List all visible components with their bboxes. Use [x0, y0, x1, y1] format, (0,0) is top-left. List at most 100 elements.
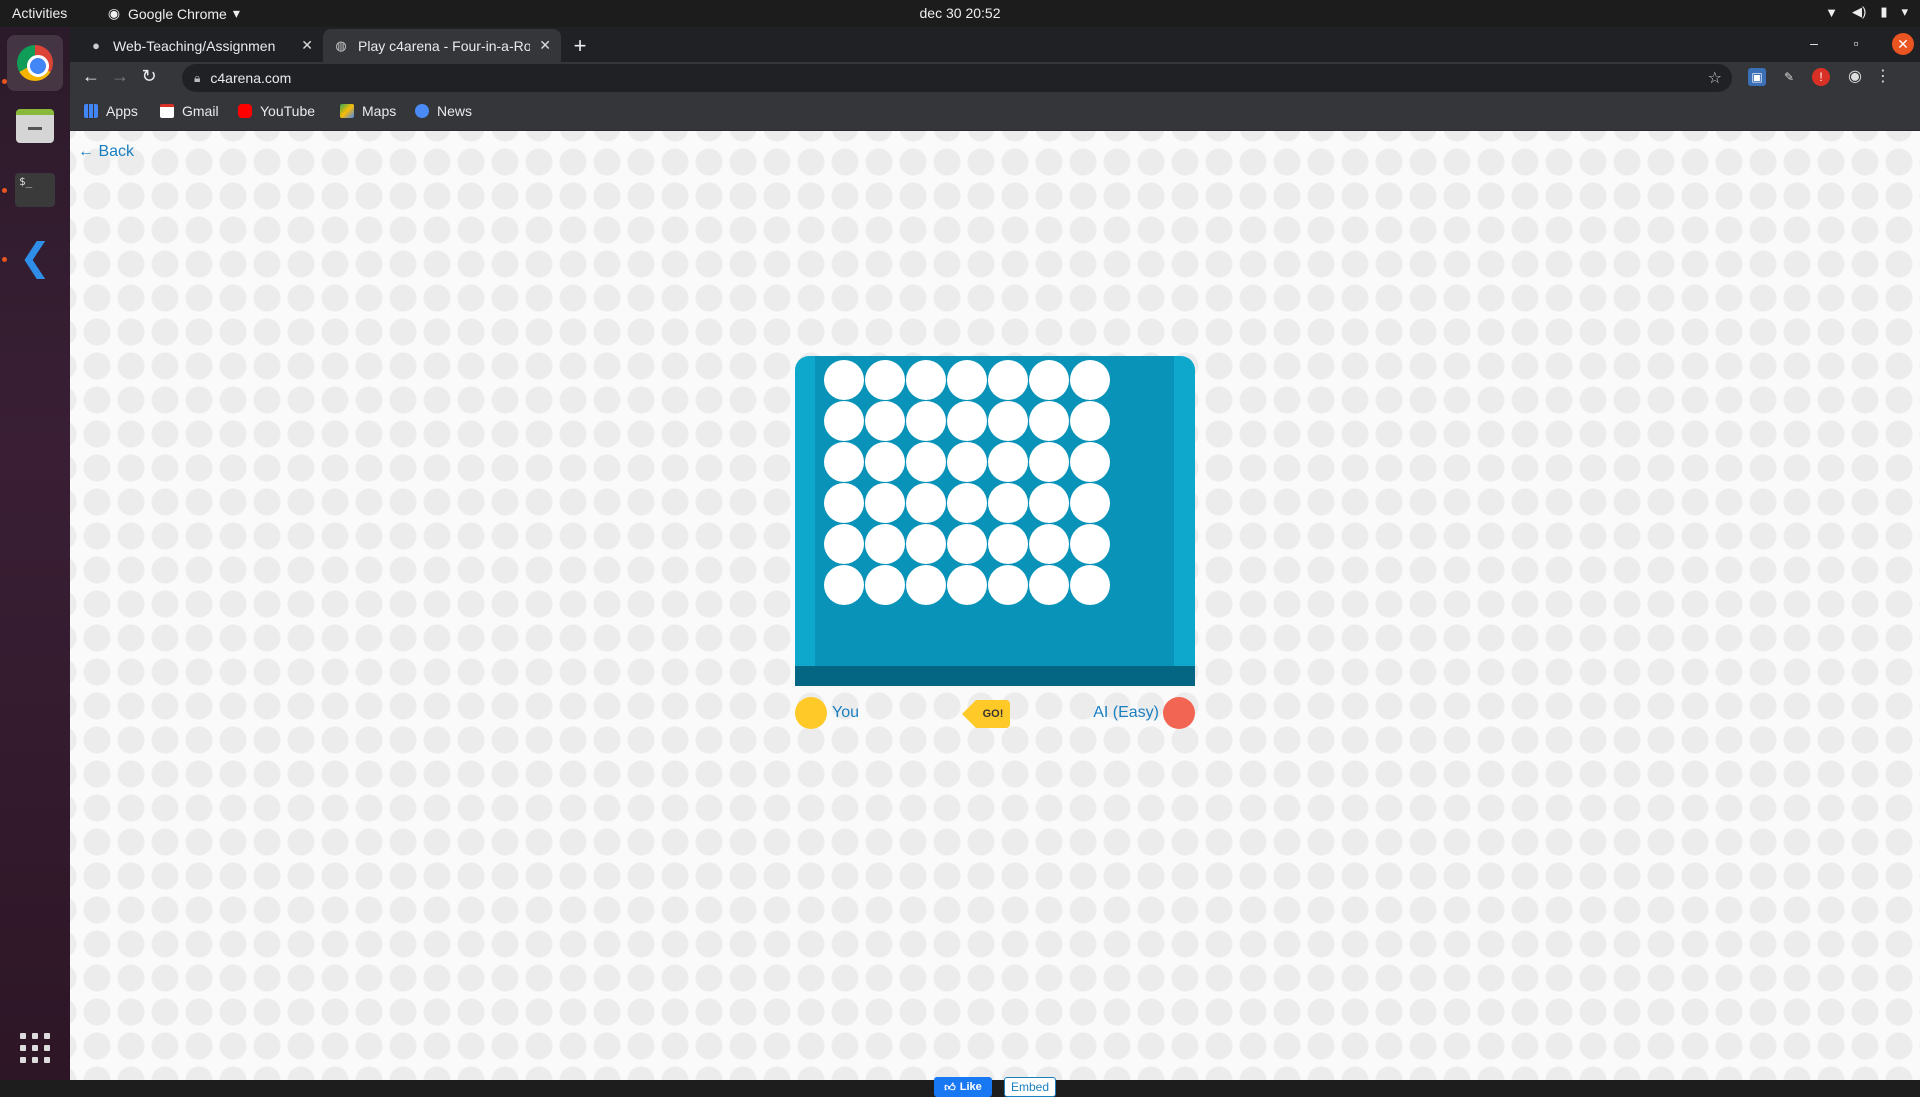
board-cell[interactable] [824, 483, 864, 523]
bookmark-apps[interactable]: Apps [84, 103, 138, 119]
turn-badge: GO! [976, 700, 1010, 728]
turn-indicator: GO! [962, 700, 1010, 728]
board-cell[interactable] [988, 401, 1028, 441]
show-apps-icon [20, 1033, 50, 1063]
board-cell[interactable] [947, 565, 987, 605]
board-cell[interactable] [947, 524, 987, 564]
board-cell[interactable] [1070, 483, 1110, 523]
connect-four-board[interactable] [795, 356, 1195, 686]
bookmark-maps[interactable]: Maps [340, 103, 396, 119]
lock-icon: 🔒︎ [194, 70, 201, 85]
extension-pen-icon[interactable]: ✎ [1780, 68, 1798, 86]
player-ai-disc [1163, 697, 1195, 729]
board-cell[interactable] [865, 401, 905, 441]
board-cell[interactable] [1070, 401, 1110, 441]
minimize-button[interactable]: – [1804, 35, 1824, 51]
dock-terminal[interactable]: $_ [7, 162, 63, 218]
board-cell[interactable] [906, 524, 946, 564]
player-you-disc [795, 697, 827, 729]
board-cell[interactable] [1029, 524, 1069, 564]
tab-title: Web-Teaching/Assignmen [113, 37, 276, 54]
back-link-label: Back [98, 143, 135, 160]
extension-badge-icon[interactable]: ! [1812, 68, 1830, 86]
board-cell[interactable] [1070, 442, 1110, 482]
tab-github[interactable]: ● Web-Teaching/Assignmen ✕ [78, 29, 323, 62]
dock-files[interactable] [7, 98, 63, 154]
apps-grid-icon [84, 104, 98, 118]
board-cell[interactable] [988, 524, 1028, 564]
board-cell[interactable] [824, 401, 864, 441]
menu-kebab-icon[interactable]: ⋮ [1874, 68, 1892, 86]
board-cell[interactable] [1029, 483, 1069, 523]
youtube-icon [238, 104, 252, 118]
board-cell[interactable] [947, 401, 987, 441]
board-cell[interactable] [988, 360, 1028, 400]
board-cell[interactable] [1029, 360, 1069, 400]
bookmark-youtube[interactable]: YouTube [238, 103, 315, 119]
board-cell[interactable] [906, 360, 946, 400]
page-content: ← Back You GO! AI (Easy) [70, 131, 1920, 1080]
board-cell[interactable] [947, 360, 987, 400]
board-cell[interactable] [947, 442, 987, 482]
tab-c4arena[interactable]: ◍ Play c4arena - Four-in-a-Ro ✕ [323, 29, 561, 62]
close-window-button[interactable]: ✕ [1892, 33, 1914, 55]
board-cell[interactable] [988, 442, 1028, 482]
board-cell[interactable] [824, 442, 864, 482]
activities-button[interactable]: Activities [12, 5, 67, 21]
app-menu[interactable]: ◉ Google Chrome ▾ [106, 5, 240, 22]
board-cell[interactable] [1029, 565, 1069, 605]
chevron-down-icon: ▾ [232, 5, 240, 21]
player-you-label: You [832, 704, 859, 721]
facebook-like-button[interactable]: 👍︎ Like [934, 1077, 992, 1097]
clock[interactable]: dec 30 20:52 [920, 5, 1001, 21]
board-cell[interactable] [1070, 524, 1110, 564]
terminal-icon: $_ [15, 173, 55, 207]
dock-chrome[interactable] [7, 35, 63, 91]
board-cell[interactable] [824, 565, 864, 605]
bookmark-star-icon[interactable]: ☆ [1708, 68, 1722, 88]
board-cell[interactable] [824, 360, 864, 400]
board-cell[interactable] [906, 442, 946, 482]
github-icon: ● [92, 37, 100, 53]
board-cell[interactable] [906, 483, 946, 523]
board-cell[interactable] [865, 524, 905, 564]
system-tray[interactable]: ▼ ◀) ▮ ▾ [1825, 4, 1908, 20]
board-cell[interactable] [865, 483, 905, 523]
dock-vscode[interactable]: ❮ [7, 230, 63, 286]
bookmark-gmail[interactable]: Gmail [160, 103, 219, 119]
board-cell[interactable] [906, 565, 946, 605]
back-link[interactable]: ← Back [78, 143, 134, 161]
maximize-button[interactable]: ▫ [1846, 35, 1866, 51]
board-cell[interactable] [1070, 565, 1110, 605]
profile-icon[interactable]: ◉ [1846, 68, 1864, 86]
chrome-icon [17, 45, 53, 81]
reload-button[interactable]: ↻ [137, 66, 161, 87]
board-cell[interactable] [865, 360, 905, 400]
board-cell[interactable] [865, 565, 905, 605]
board-cell[interactable] [824, 524, 864, 564]
dock: $_ ❮ [0, 27, 70, 1080]
board-cell[interactable] [906, 401, 946, 441]
board-base [795, 666, 1195, 686]
battery-icon: ▮ [1880, 4, 1888, 19]
board-cell[interactable] [988, 483, 1028, 523]
chevron-down-icon: ▾ [1901, 4, 1908, 19]
board-cell[interactable] [988, 565, 1028, 605]
board-cell[interactable] [947, 483, 987, 523]
gmail-icon [160, 104, 174, 118]
embed-button[interactable]: Embed [1004, 1077, 1056, 1097]
board-cell[interactable] [865, 442, 905, 482]
show-apps-button[interactable] [7, 1020, 63, 1076]
board-cell[interactable] [1029, 401, 1069, 441]
address-bar[interactable]: 🔒︎ c4arena.com ☆ [182, 64, 1732, 92]
back-arrow-button[interactable]: ← [79, 66, 103, 87]
new-tab-button[interactable]: + [567, 33, 593, 59]
close-icon[interactable]: ✕ [539, 37, 551, 54]
board-cell[interactable] [1070, 360, 1110, 400]
board-cell[interactable] [1029, 442, 1069, 482]
bookmark-news[interactable]: News [415, 103, 472, 119]
close-icon[interactable]: ✕ [301, 37, 313, 54]
tab-strip: ● Web-Teaching/Assignmen ✕ ◍ Play c4aren… [70, 27, 1920, 62]
extension-icon[interactable]: ▣ [1748, 68, 1766, 86]
forward-arrow-button[interactable]: → [108, 66, 132, 87]
